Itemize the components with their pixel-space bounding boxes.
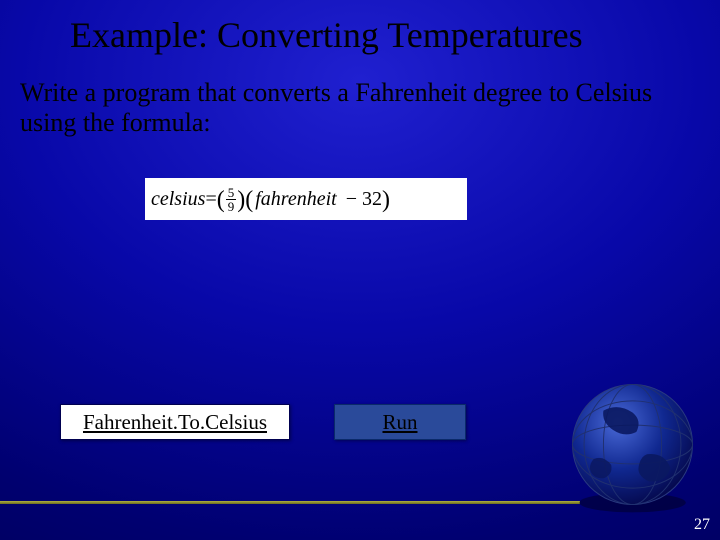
formula-paren-open-1: (	[217, 187, 225, 214]
formula-fraction: 5 9	[226, 186, 237, 213]
slide: Example: Converting Temperatures Write a…	[0, 0, 720, 540]
formula-paren-close-1: )	[237, 187, 245, 214]
run-label: Run	[382, 410, 417, 435]
formula-box: celsius = ( 5 9 ) ( fahrenheit − 32 )	[145, 178, 467, 220]
formula-minus: −	[341, 188, 362, 211]
footer-divider	[0, 501, 580, 504]
page-number: 27	[694, 516, 710, 534]
formula-eq: =	[205, 188, 216, 211]
formula-paren-open-2: (	[245, 187, 253, 214]
formula-frac-num: 5	[226, 186, 237, 200]
formula-rhs-var: fahrenheit	[255, 188, 336, 211]
formula-lhs: celsius	[151, 188, 205, 211]
globe-icon	[555, 367, 710, 522]
slide-body-text: Write a program that converts a Fahrenhe…	[20, 78, 660, 138]
formula-frac-den: 9	[226, 200, 237, 213]
code-link-button[interactable]: Fahrenheit.To.Celsius	[60, 404, 290, 440]
run-button[interactable]: Run	[334, 404, 466, 440]
formula-rhs-const: 32	[362, 188, 382, 211]
formula-paren-close-2: )	[382, 187, 390, 214]
slide-title: Example: Converting Temperatures	[70, 14, 690, 56]
code-link-label: Fahrenheit.To.Celsius	[83, 410, 267, 435]
